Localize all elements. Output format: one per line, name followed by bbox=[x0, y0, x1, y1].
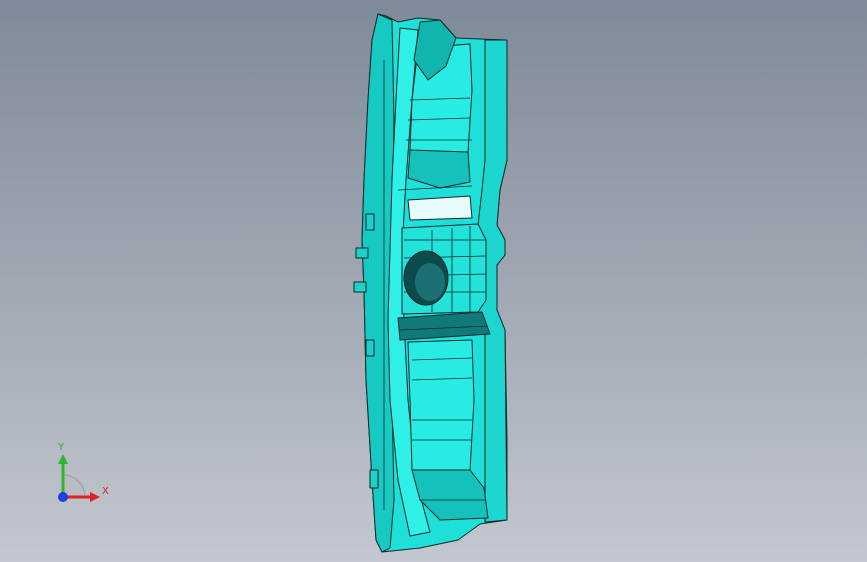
part-clip-4 bbox=[365, 339, 375, 357]
model-viewport[interactable] bbox=[0, 0, 867, 562]
part-clip-2 bbox=[353, 281, 367, 293]
x-axis-label: X bbox=[102, 486, 109, 497]
cad-part[interactable] bbox=[353, 13, 508, 553]
y-axis-label: Y bbox=[58, 442, 65, 453]
part-clip-1 bbox=[355, 247, 369, 259]
y-axis-head bbox=[58, 454, 68, 464]
part-hole-inner bbox=[415, 263, 445, 301]
axis-triad: Y X bbox=[50, 440, 120, 510]
part-pocket-bottom bbox=[407, 339, 475, 479]
x-axis-head bbox=[90, 492, 100, 502]
z-axis-dot bbox=[58, 492, 68, 502]
part-clip-3 bbox=[365, 213, 375, 231]
part-clip-5 bbox=[369, 469, 379, 489]
part-slot-highlight bbox=[407, 195, 473, 221]
